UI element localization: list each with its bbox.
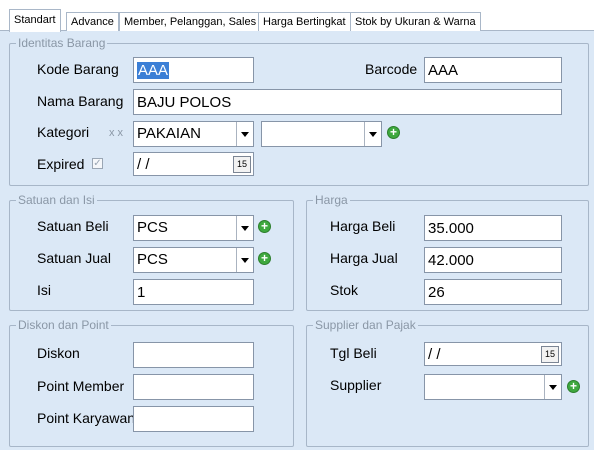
satuan-title: Satuan dan Isi: [16, 193, 97, 207]
diskon-title: Diskon dan Point: [16, 318, 111, 332]
harga-jual-label: Harga Jual: [330, 250, 398, 266]
add-icon[interactable]: +: [258, 220, 271, 233]
point-karyawan-label: Point Karyawan: [37, 410, 133, 426]
add-icon[interactable]: +: [258, 252, 271, 265]
chevron-down-icon[interactable]: [236, 122, 253, 146]
satuan-beli-value: PCS: [137, 219, 168, 236]
tab-content: Identitas Barang Kode Barang AAA Barcode…: [0, 31, 594, 450]
tab-standart[interactable]: Standart: [9, 9, 61, 32]
chevron-down-icon[interactable]: [364, 122, 381, 146]
harga-jual-input[interactable]: 42.000: [424, 247, 562, 273]
calendar-icon[interactable]: 15: [233, 156, 251, 173]
barcode-label: Barcode: [365, 61, 418, 77]
barcode-input[interactable]: AAA: [424, 57, 562, 83]
supplier-select[interactable]: [424, 374, 562, 400]
satuan-jual-label: Satuan Jual: [37, 250, 111, 266]
kode-barang-value: AAA: [137, 62, 170, 79]
tab-bar: Standart Advance Member, Pelanggan, Sale…: [0, 0, 594, 32]
tgl-beli-label: Tgl Beli: [330, 345, 377, 361]
expired-label: Expired: [37, 156, 85, 172]
add-icon[interactable]: +: [387, 126, 400, 139]
satuan-jual-select[interactable]: PCS: [133, 247, 254, 273]
kode-barang-input[interactable]: AAA: [133, 57, 254, 83]
isi-input[interactable]: 1: [133, 279, 254, 305]
stok-label: Stok: [330, 282, 359, 298]
subkategori-select[interactable]: [261, 121, 382, 147]
satuan-beli-select[interactable]: PCS: [133, 215, 254, 241]
expired-date-input[interactable]: / / 15: [133, 152, 254, 176]
tab-label: Harga Bertingkat: [263, 16, 346, 28]
add-icon[interactable]: +: [567, 380, 580, 393]
point-member-label: Point Member: [37, 378, 125, 394]
harga-beli-label: Harga Beli: [330, 218, 396, 234]
diskon-input[interactable]: [133, 342, 254, 368]
expired-checkbox[interactable]: ✓: [92, 158, 103, 169]
chevron-down-icon[interactable]: [236, 216, 253, 240]
harga-title: Harga: [313, 193, 350, 207]
stok-input[interactable]: 26: [424, 279, 562, 305]
chevron-down-icon[interactable]: [544, 375, 561, 399]
nama-barang-label: Nama Barang: [37, 93, 124, 109]
expired-date-value: / /: [137, 156, 150, 173]
tab-label: Standart: [14, 14, 56, 26]
tab-label: Advance: [71, 16, 114, 28]
tab-stok-ukuran-warna[interactable]: Stok by Ukuran & Warna: [350, 12, 481, 31]
satuan-jual-value: PCS: [137, 251, 168, 268]
tgl-beli-value: / /: [428, 346, 441, 363]
tab-advance[interactable]: Advance: [66, 12, 119, 31]
tab-label: Stok by Ukuran & Warna: [355, 16, 476, 28]
chevron-down-icon[interactable]: [236, 248, 253, 272]
kategori-marks: x x: [109, 127, 124, 139]
tgl-beli-input[interactable]: / / 15: [424, 342, 562, 366]
tab-harga-bertingkat[interactable]: Harga Bertingkat: [258, 12, 351, 31]
identitas-title: Identitas Barang: [16, 36, 108, 50]
point-member-input[interactable]: [133, 374, 254, 400]
isi-label: Isi: [37, 282, 51, 298]
tab-label: Member, Pelanggan, Sales: [124, 16, 257, 28]
kategori-value: PAKAIAN: [137, 125, 201, 142]
supplier-label: Supplier: [330, 377, 382, 393]
kategori-label: Kategori: [37, 124, 90, 140]
harga-beli-input[interactable]: 35.000: [424, 215, 562, 241]
kode-barang-label: Kode Barang: [37, 61, 119, 77]
nama-barang-input[interactable]: BAJU POLOS: [133, 89, 562, 115]
satuan-beli-label: Satuan Beli: [37, 218, 109, 234]
point-karyawan-input[interactable]: [133, 406, 254, 432]
tab-member-pelanggan-sales[interactable]: Member, Pelanggan, Sales: [119, 12, 262, 31]
calendar-icon[interactable]: 15: [541, 346, 559, 363]
diskon-label: Diskon: [37, 345, 80, 361]
supplier-title: Supplier dan Pajak: [313, 318, 418, 332]
kategori-select[interactable]: PAKAIAN: [133, 121, 254, 147]
